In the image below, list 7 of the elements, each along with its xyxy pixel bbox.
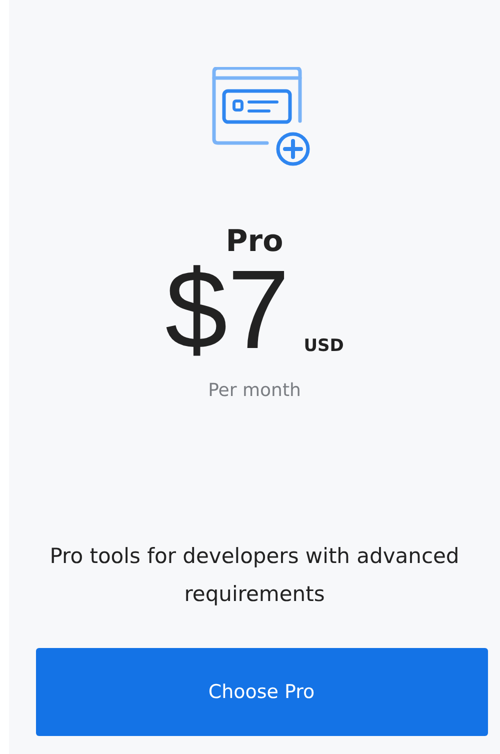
plan-description: Pro tools for developers with advanced requirements [48, 543, 460, 608]
plan-price: $7 [165, 260, 290, 360]
billing-period: Per month [208, 380, 301, 401]
choose-plan-button[interactable]: Choose Pro [36, 648, 488, 736]
plan-name: Pro [226, 224, 284, 260]
currency-label: USD [304, 336, 344, 356]
id-card-window-icon [210, 67, 310, 167]
